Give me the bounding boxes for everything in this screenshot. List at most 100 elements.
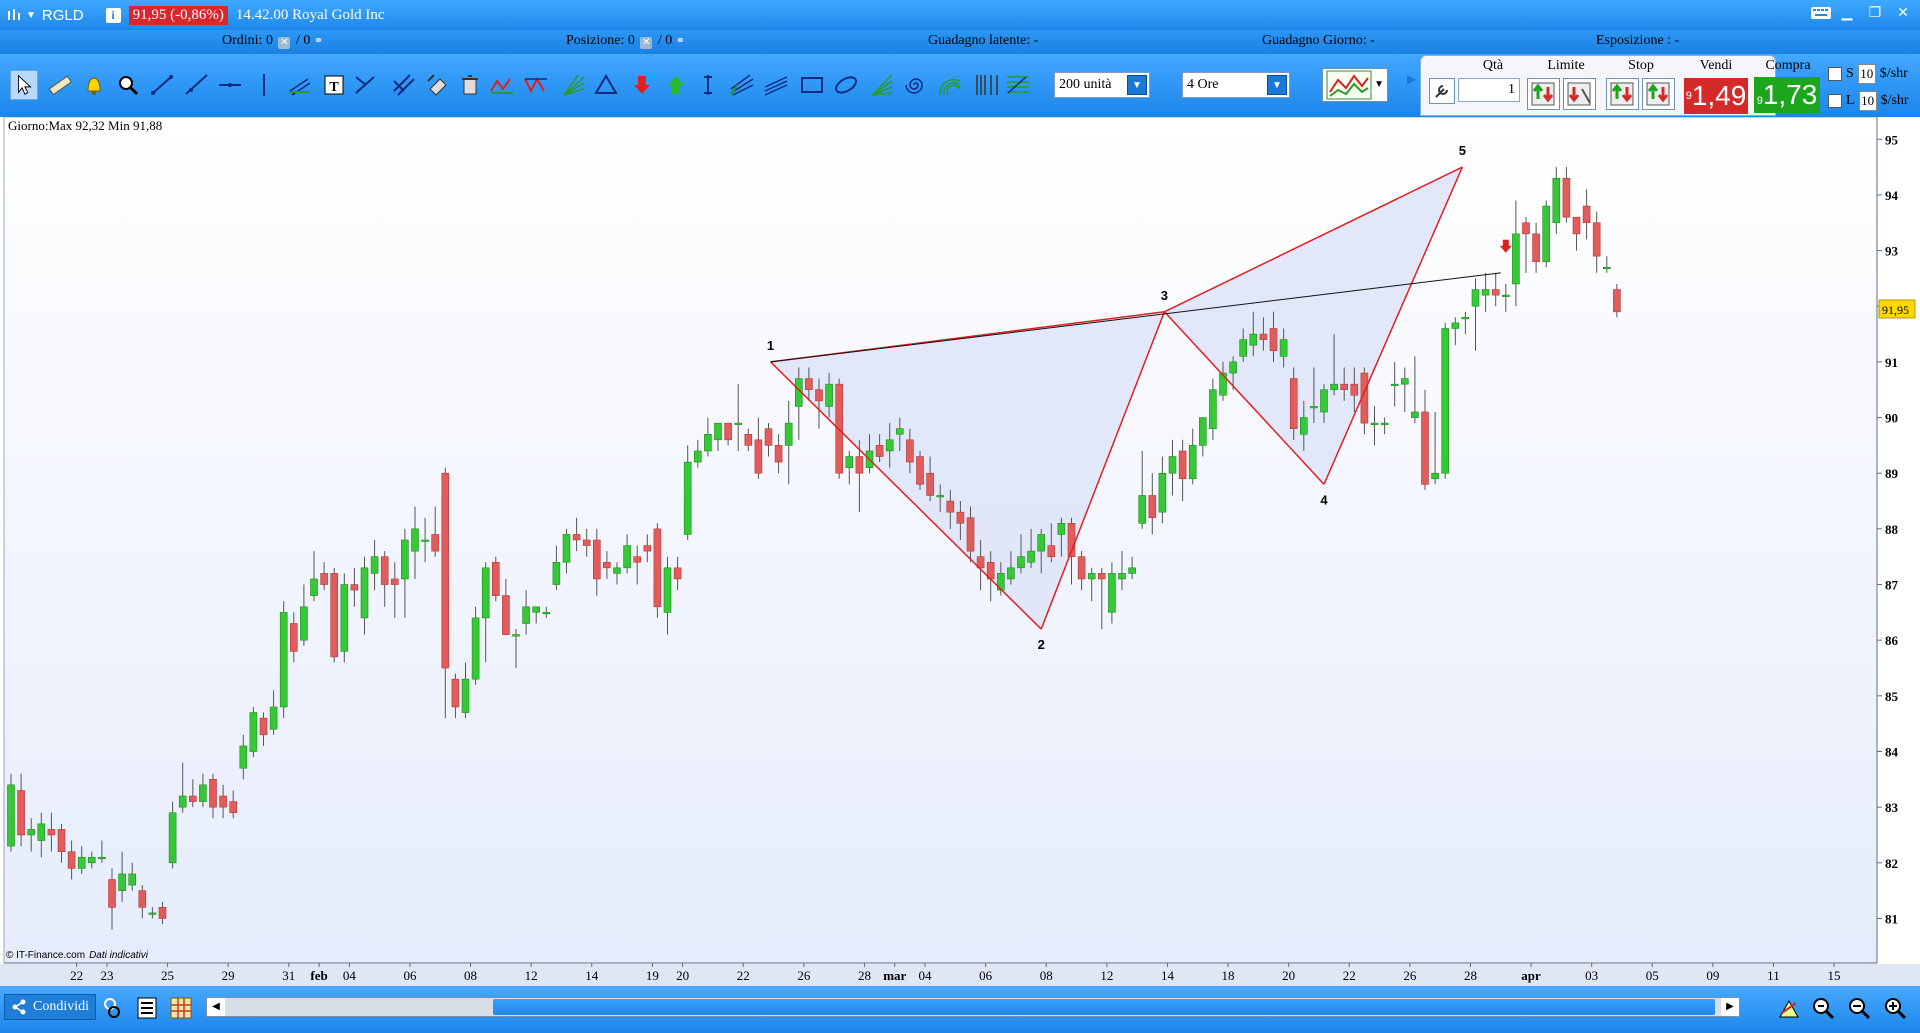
gann-fan-tool[interactable] [560, 70, 588, 100]
vertical-line-tool[interactable] [250, 70, 278, 100]
share-button[interactable]: Condividi [4, 994, 97, 1020]
cross-hatch-icon [393, 74, 415, 96]
candle [431, 534, 440, 552]
candle [724, 422, 732, 441]
stop-value-input[interactable]: 10 [1857, 64, 1876, 84]
pattern-point-label: 1 [767, 338, 774, 353]
ruler-tool[interactable] [46, 70, 74, 100]
candlestick-chart[interactable]: 1234581828384858687888990919293949591,95… [0, 117, 1920, 986]
chevron-down-icon[interactable]: ▼ [1374, 79, 1384, 90]
chevron-down-icon[interactable]: ▼ [1267, 75, 1287, 95]
pointer-tool[interactable] [10, 70, 38, 100]
zigzag-tool[interactable] [488, 70, 516, 100]
link-icon[interactable]: ⚭ [676, 34, 685, 47]
candle [1249, 333, 1258, 346]
info-icon[interactable]: i [105, 7, 121, 23]
scrollbar-thumb[interactable] [493, 999, 1715, 1015]
limit-value-input[interactable]: 10 [1858, 91, 1877, 111]
alarm-bell-tool[interactable] [80, 70, 108, 100]
spiral-tool[interactable] [902, 70, 930, 100]
list-icon[interactable] [134, 995, 160, 1021]
x-tick-label: 14 [1161, 968, 1175, 983]
fibonacci-time-tool[interactable] [972, 70, 1000, 100]
candle [1491, 289, 1500, 296]
zoom-out-icon[interactable] [1846, 995, 1872, 1021]
pattern-tool[interactable] [522, 70, 550, 100]
chart-type-button[interactable]: ▼ [1322, 68, 1388, 102]
ray-tool[interactable] [182, 70, 210, 100]
cross-lines-tool[interactable] [352, 70, 380, 100]
price-chart[interactable]: 1234581828384858687888990919293949591,95… [0, 117, 1920, 986]
scroll-right-icon[interactable]: ▶ [1721, 998, 1739, 1016]
ruler-icon [48, 75, 73, 96]
chevron-down-icon[interactable]: ▼ [26, 10, 36, 21]
regression-tool[interactable] [762, 70, 790, 100]
close-position-icon[interactable]: ✕ [640, 37, 653, 49]
chart-scrollbar[interactable]: ◀ ▶ [206, 997, 1740, 1017]
link-icon[interactable]: ⚭ [314, 34, 323, 47]
cancel-orders-icon[interactable]: ✕ [278, 37, 291, 49]
unrealized-label: Guadagno latente: [928, 33, 1031, 48]
stop-buy-button[interactable] [1606, 78, 1639, 110]
rectangle-tool[interactable] [798, 70, 826, 100]
regression-icon [764, 76, 788, 96]
qty-input[interactable]: 1 [1458, 78, 1520, 102]
eraser-tool[interactable] [424, 70, 452, 100]
bars-count-select[interactable]: 200 unità ▼ [1054, 72, 1150, 98]
candle [330, 573, 339, 658]
zoom-fit-icon[interactable] [1810, 995, 1836, 1021]
trendline-tool[interactable] [148, 70, 176, 100]
panel-collapse-icon[interactable]: ▶ [1407, 72, 1416, 87]
wrench-icon[interactable] [1429, 78, 1455, 104]
stop-sell-button[interactable] [1642, 78, 1675, 110]
candle [289, 623, 298, 652]
crosshair-link-icon[interactable] [100, 995, 126, 1021]
share-label: Condividi [33, 999, 90, 1014]
limit-sell-button[interactable] [1563, 78, 1596, 110]
stop-checkbox[interactable] [1828, 67, 1842, 81]
candle [582, 539, 591, 546]
buy-arrow-tool[interactable] [662, 70, 690, 100]
horizontal-line-tool[interactable] [216, 70, 244, 100]
limit-checkbox[interactable] [1828, 94, 1842, 108]
scroll-left-icon[interactable]: ◀ [207, 998, 225, 1016]
timeframe-select[interactable]: 4 Ore ▼ [1182, 72, 1290, 98]
candle [633, 556, 642, 563]
triangle-tool[interactable] [592, 70, 620, 100]
sell-arrow-tool[interactable] [628, 70, 656, 100]
fibonacci-fan-tool[interactable] [868, 70, 896, 100]
x-tick-label: 28 [858, 968, 871, 983]
minimize-icon[interactable]: ▁ [1838, 5, 1856, 26]
chevron-down-icon[interactable]: ▼ [1127, 75, 1147, 95]
vertical-range-tool[interactable] [694, 70, 722, 100]
account-status-bar: Ordini: 0 ✕ / 0 ⚭ Posizione: 0 ✕ / 0 ⚭ G… [0, 30, 1920, 54]
limit-buy-icon [1531, 82, 1555, 106]
channel-tool[interactable] [286, 70, 314, 100]
candle [390, 578, 399, 585]
candle [1219, 372, 1227, 396]
symbol-label[interactable]: RGLD [42, 7, 84, 24]
limit-label: Limite [1547, 58, 1585, 73]
limit-buy-button[interactable] [1527, 78, 1560, 110]
sell-button[interactable]: 91,49 [1684, 78, 1748, 114]
ellipse-tool[interactable] [832, 70, 860, 100]
buy-button[interactable]: 91,73 [1754, 77, 1820, 113]
keyboard-icon[interactable] [1810, 5, 1831, 26]
pitchfork-tool[interactable] [728, 70, 756, 100]
grid-table-icon[interactable] [168, 995, 194, 1021]
cross-hatch-tool[interactable] [390, 70, 418, 100]
indicator-chart-icon [1326, 70, 1372, 100]
zoom-tool[interactable] [114, 70, 142, 100]
text-tool[interactable]: T [320, 70, 348, 100]
arc-tool[interactable] [936, 70, 964, 100]
close-icon[interactable]: ✕ [1894, 5, 1912, 26]
fibonacci-retracement-tool[interactable] [1004, 70, 1032, 100]
exposure-status: Esposizione : - [1596, 33, 1679, 49]
pitchfork-icon [730, 74, 754, 96]
zoom-in-icon[interactable] [1882, 995, 1908, 1021]
restore-icon[interactable]: ❐ [1866, 5, 1884, 26]
auto-scale-icon[interactable] [1776, 995, 1802, 1021]
trash-tool[interactable] [456, 70, 484, 100]
x-tick-label: 26 [797, 968, 811, 983]
candle [1441, 328, 1449, 474]
